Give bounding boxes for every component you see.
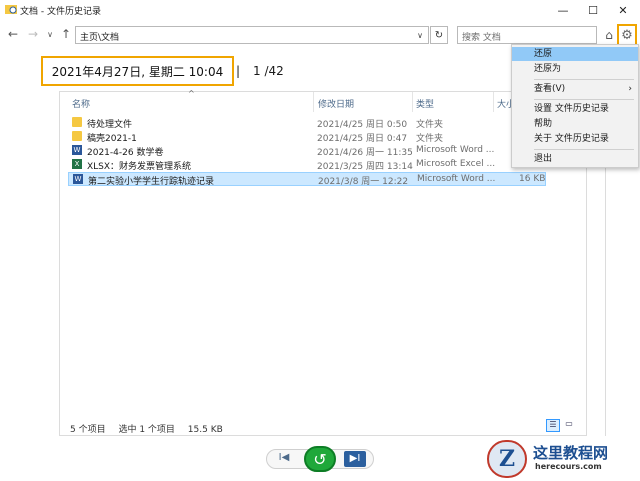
search-input[interactable]: 搜索 文档 [457,26,597,44]
minimize-button[interactable]: — [548,0,578,20]
menu-item-exit[interactable]: 退出 [512,152,638,166]
menu-item-view-label: 查看(V) [534,84,566,94]
close-button[interactable]: ✕ [608,0,638,20]
file-row[interactable]: W 2021-4-26 数学卷 2021/4/26 周一 11:35 Micro… [68,144,546,158]
item-count: 5 个项目 [70,425,106,435]
menu-item-help[interactable]: 帮助 [512,117,638,131]
backup-date: 2021年4月27日, 星期二 10:04 [41,56,234,86]
sort-arrow-icon: ^ [188,89,195,98]
watermark: Z 这里教程网 herecours.com [487,440,637,478]
file-type: Microsoft Word ... [417,174,496,184]
banner-separator: | [236,64,241,78]
folder-icon [72,131,82,141]
file-size: 16 KB [519,174,546,184]
file-list-pane: ^ 名称 修改日期 类型 大小 待处理文件 2021/4/25 周日 0:50 … [59,89,587,436]
previous-version-button[interactable]: I◀ [274,452,294,466]
column-headers: ^ 名称 修改日期 类型 大小 [60,89,586,114]
word-doc-icon: W [72,145,82,155]
window-title: 文档 - 文件历史记录 [20,7,101,17]
selection-size: 15.5 KB [187,425,223,435]
version-counter: 1 /42 [253,64,284,78]
folder-icon [72,117,82,127]
file-type: 文件夹 [416,120,444,130]
file-name: XLSX：财务发票管理系统 [87,162,192,172]
recent-locations-chevron-icon[interactable]: ∨ [43,27,57,41]
file-modified: 2021/3/8 周一 12:22 [318,177,409,187]
excel-doc-icon: X [72,159,82,169]
details-view-icon[interactable]: ☰ [546,419,560,432]
file-row[interactable]: 待处理文件 2021/4/25 周日 0:50 文件夹 [68,116,546,130]
address-text: 主页\文档 [80,33,120,43]
refresh-icon[interactable]: ↻ [430,26,448,44]
menu-separator [534,79,634,80]
column-type[interactable]: 类型 [416,97,434,110]
file-modified: 2021/3/25 周四 13:14 [317,162,413,172]
file-type: Microsoft Word ... [416,145,495,155]
file-modified: 2021/4/26 周一 11:35 [317,148,413,158]
file-row-selected[interactable]: W 第二实验小学学生行踪轨迹记录 2021/3/8 周一 12:22 Micro… [68,172,546,187]
file-name: 稿壳2021-1 [87,134,137,144]
address-dropdown-icon[interactable]: ∨ [414,28,426,42]
file-row[interactable]: X XLSX：财务发票管理系统 2021/3/25 周四 13:14 Micro… [68,158,546,172]
restore-button[interactable]: ↺ [304,446,336,472]
file-name: 2021-4-26 数学卷 [87,148,164,158]
file-row[interactable]: 稿壳2021-1 2021/4/25 周日 0:47 文件夹 [68,130,546,144]
file-name: 待处理文件 [87,120,133,130]
column-divider[interactable] [313,92,314,112]
column-name[interactable]: 名称 [72,97,90,110]
menu-item-restore-to[interactable]: 还原为 [512,62,638,76]
history-controls: I◀ ↺ ▶I [266,446,374,472]
file-name: 第二实验小学学生行踪轨迹记录 [88,177,215,187]
column-divider[interactable] [493,92,494,112]
forward-arrow-icon[interactable]: → [26,27,40,41]
menu-item-restore[interactable]: 还原 [512,47,638,61]
menu-item-about[interactable]: 关于 文件历史记录 [512,132,638,146]
watermark-logo-icon: Z [487,440,527,478]
title-bar: 文档 - 文件历史记录 — ☐ ✕ [0,0,640,20]
back-arrow-icon[interactable]: ← [6,27,20,41]
settings-menu: 还原 还原为 查看(V) › 设置 文件历史记录 帮助 关于 文件历史记录 退出 [511,44,639,168]
watermark-text-cn: 这里教程网 [533,444,609,462]
next-version-button[interactable]: ▶I [344,451,366,467]
up-arrow-icon[interactable]: ↑ [59,27,73,41]
folder-clock-icon [5,5,17,14]
selection-count: 选中 1 个项目 [118,425,175,435]
menu-item-view[interactable]: 查看(V) › [512,82,638,96]
watermark-text-en: herecours.com [535,462,602,471]
column-modified[interactable]: 修改日期 [318,97,354,110]
submenu-arrow-icon: › [628,84,632,94]
address-bar[interactable]: 主页\文档 ∨ [75,26,429,44]
file-type: 文件夹 [416,134,444,144]
file-modified: 2021/4/25 周日 0:47 [317,134,408,144]
menu-item-settings[interactable]: 设置 文件历史记录 [512,102,638,116]
large-icons-view-icon[interactable]: ▭ [562,419,576,432]
search-placeholder: 搜索 文档 [462,33,501,43]
gear-icon[interactable]: ⚙ [617,24,637,46]
maximize-button[interactable]: ☐ [578,0,608,20]
menu-separator [534,149,634,150]
menu-separator [534,99,634,100]
column-divider[interactable] [412,92,413,112]
status-bar: 5 个项目 选中 1 个项目 15.5 KB [70,422,233,435]
word-doc-icon: W [73,174,83,184]
file-type: Microsoft Excel ... [416,159,496,169]
home-icon[interactable]: ⌂ [601,26,617,44]
file-modified: 2021/4/25 周日 0:50 [317,120,408,130]
